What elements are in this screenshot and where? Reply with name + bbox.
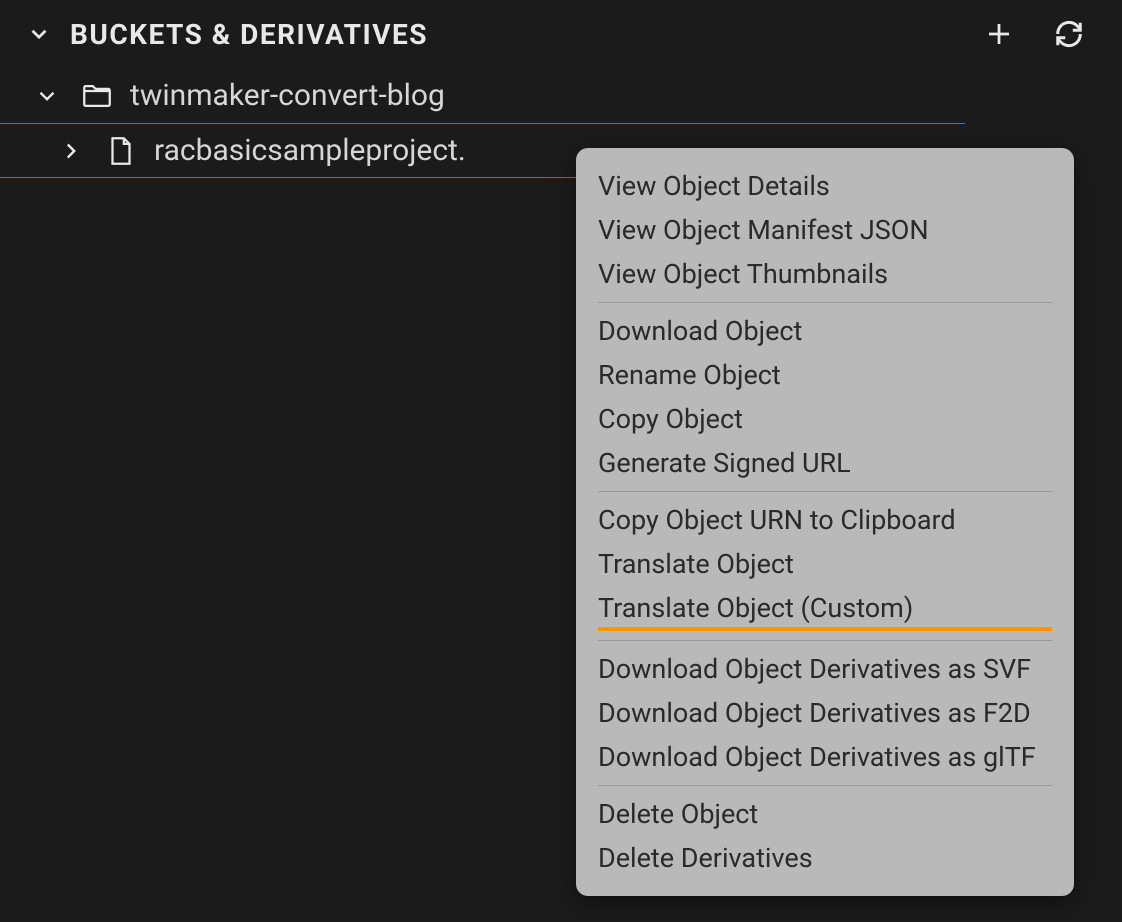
menu-item-delete-object[interactable]: Delete Object: [598, 792, 1052, 836]
header-actions: [980, 15, 1100, 53]
panel-header: BUCKETS & DERIVATIVES: [0, 0, 1122, 68]
menu-item-download-derivatives-gltf[interactable]: Download Object Derivatives as glTF: [598, 735, 1052, 779]
chevron-down-icon[interactable]: [22, 17, 56, 51]
panel-header-left: BUCKETS & DERIVATIVES: [22, 17, 980, 51]
folder-icon: [80, 79, 114, 113]
menu-group: Delete Object Delete Derivatives: [598, 786, 1052, 886]
menu-item-view-object-manifest-json[interactable]: View Object Manifest JSON: [598, 208, 1052, 252]
menu-item-delete-derivatives[interactable]: Delete Derivatives: [598, 836, 1052, 880]
menu-group: Copy Object URN to Clipboard Translate O…: [598, 492, 1052, 641]
menu-item-copy-urn-clipboard[interactable]: Copy Object URN to Clipboard: [598, 498, 1052, 542]
file-name-label: racbasicsampleproject.: [154, 133, 466, 168]
menu-item-view-object-details[interactable]: View Object Details: [598, 164, 1052, 208]
menu-item-generate-signed-url[interactable]: Generate Signed URL: [598, 441, 1052, 485]
panel-title: BUCKETS & DERIVATIVES: [70, 18, 428, 51]
context-menu: View Object Details View Object Manifest…: [576, 148, 1074, 896]
add-button[interactable]: [980, 15, 1018, 53]
chevron-down-icon[interactable]: [30, 79, 64, 113]
refresh-button[interactable]: [1050, 15, 1088, 53]
chevron-right-icon[interactable]: [54, 134, 88, 168]
menu-item-rename-object[interactable]: Rename Object: [598, 353, 1052, 397]
bucket-name-label: twinmaker-convert-blog: [130, 78, 445, 113]
menu-item-translate-object-custom[interactable]: Translate Object (Custom): [598, 586, 1052, 631]
file-icon: [104, 134, 138, 168]
menu-group: Download Object Derivatives as SVF Downl…: [598, 641, 1052, 786]
menu-item-view-object-thumbnails[interactable]: View Object Thumbnails: [598, 252, 1052, 296]
menu-item-download-derivatives-svf[interactable]: Download Object Derivatives as SVF: [598, 647, 1052, 691]
menu-group: Download Object Rename Object Copy Objec…: [598, 303, 1052, 492]
menu-group: View Object Details View Object Manifest…: [598, 158, 1052, 303]
menu-item-copy-object[interactable]: Copy Object: [598, 397, 1052, 441]
menu-item-download-derivatives-f2d[interactable]: Download Object Derivatives as F2D: [598, 691, 1052, 735]
bucket-row[interactable]: twinmaker-convert-blog: [0, 68, 1122, 123]
menu-item-translate-object[interactable]: Translate Object: [598, 542, 1052, 586]
menu-item-download-object[interactable]: Download Object: [598, 309, 1052, 353]
